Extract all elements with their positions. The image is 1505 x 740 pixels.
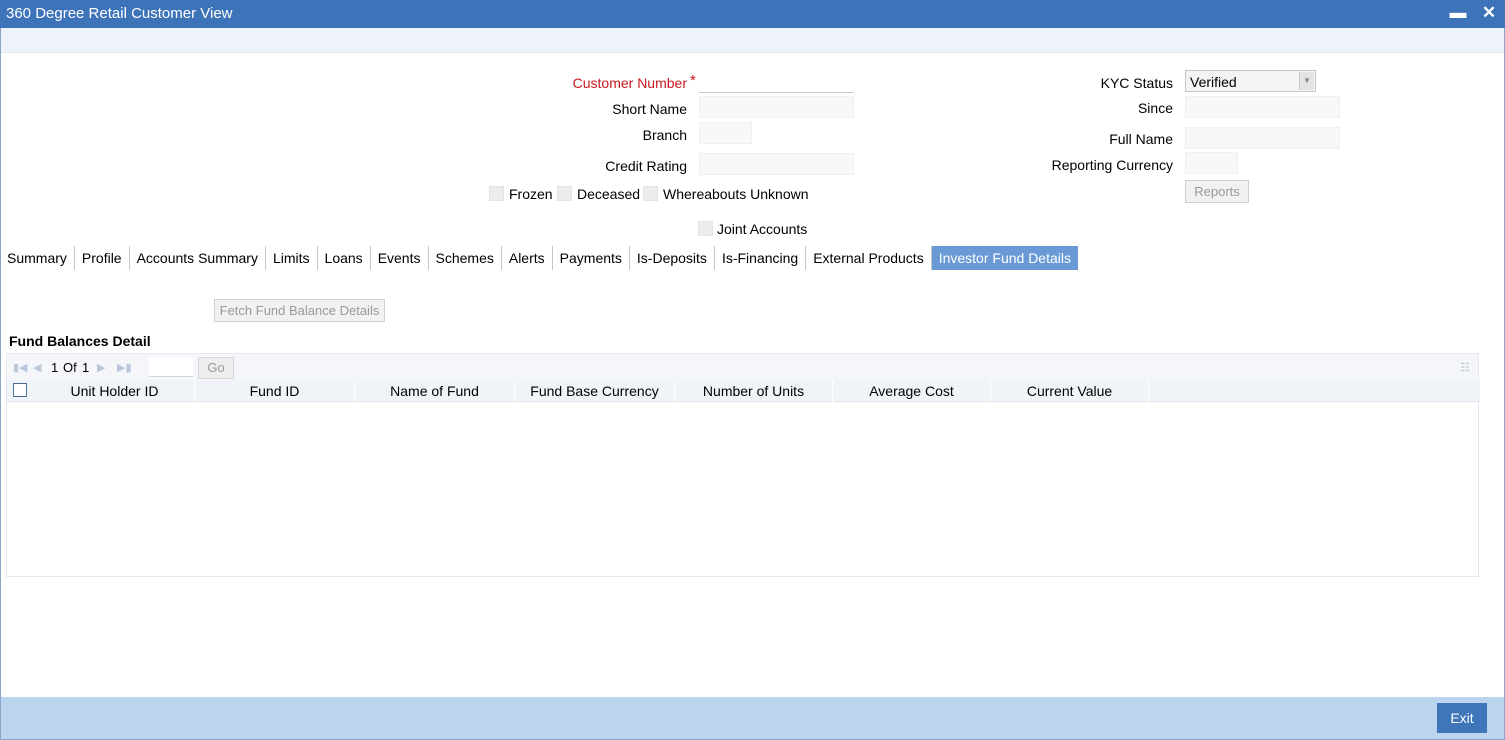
- exit-button[interactable]: Exit: [1437, 703, 1487, 733]
- tab-summary[interactable]: Summary: [0, 246, 75, 270]
- go-button[interactable]: Go: [198, 357, 234, 379]
- whereabouts-unknown-label: Whereabouts Unknown: [663, 186, 809, 202]
- section-title: Fund Balances Detail: [9, 333, 151, 349]
- footer-bar: [1, 697, 1504, 739]
- whereabouts-unknown-checkbox[interactable]: [643, 186, 658, 201]
- fund-balances-grid: ▮◀ ◀ 1 Of 1 ▶ ▶▮ Go ☷ Unit Holder ID Fun…: [6, 353, 1480, 577]
- column-average-cost[interactable]: Average Cost: [833, 380, 991, 402]
- current-page: 1: [51, 360, 59, 375]
- reporting-currency-label: Reporting Currency: [1051, 157, 1173, 173]
- column-fund-id[interactable]: Fund ID: [195, 380, 355, 402]
- credit-rating-label: Credit Rating: [605, 158, 687, 174]
- next-page-icon[interactable]: ▶: [97, 361, 105, 374]
- since-label: Since: [1137, 100, 1173, 116]
- tab-is-financing[interactable]: Is-Financing: [715, 246, 807, 270]
- tab-investor-fund-details[interactable]: Investor Fund Details: [931, 246, 1078, 270]
- window-titlebar: 360 Degree Retail Customer View ▬ ✕: [0, 0, 1505, 28]
- window-title: 360 Degree Retail Customer View: [6, 5, 233, 22]
- required-marker: *: [690, 72, 696, 89]
- tab-schemes[interactable]: Schemes: [429, 246, 502, 270]
- toolbar-band: [1, 28, 1504, 53]
- tab-events[interactable]: Events: [371, 246, 429, 270]
- frozen-checkbox[interactable]: [489, 186, 504, 201]
- page-number-input[interactable]: [149, 357, 193, 377]
- customer-number-input[interactable]: [699, 71, 854, 93]
- tab-payments[interactable]: Payments: [553, 246, 630, 270]
- reporting-currency-field[interactable]: [1185, 152, 1238, 174]
- tab-loans[interactable]: Loans: [318, 246, 371, 270]
- joint-accounts-label: Joint Accounts: [717, 221, 808, 237]
- of-label: Of: [63, 360, 77, 375]
- column-menu-icon[interactable]: ☷: [1460, 361, 1470, 374]
- column-name-of-fund[interactable]: Name of Fund: [355, 380, 515, 402]
- first-page-icon[interactable]: ▮◀: [13, 361, 28, 374]
- last-page-icon[interactable]: ▶▮: [117, 361, 132, 374]
- tab-profile[interactable]: Profile: [75, 246, 130, 270]
- column-number-of-units[interactable]: Number of Units: [675, 380, 833, 402]
- tab-bar: Summary Profile Accounts Summary Limits Loan…: [0, 246, 1078, 270]
- kyc-status-label: KYC Status: [1100, 75, 1173, 91]
- customer-number-label: Customer Number: [572, 75, 687, 91]
- since-field[interactable]: [1185, 96, 1340, 118]
- branch-label: Branch: [642, 127, 687, 143]
- column-current-value[interactable]: Current Value: [991, 380, 1149, 402]
- short-name-label: Short Name: [612, 101, 687, 117]
- full-name-label: Full Name: [1109, 131, 1173, 147]
- grid-pager: ▮◀ ◀ 1 Of 1 ▶ ▶▮ Go ☷: [7, 354, 1478, 380]
- select-all-checkbox[interactable]: [13, 383, 27, 397]
- tab-limits[interactable]: Limits: [266, 246, 318, 270]
- previous-page-icon[interactable]: ◀: [33, 361, 41, 374]
- close-icon[interactable]: ✕: [1479, 3, 1499, 23]
- tab-external-products[interactable]: External Products: [806, 246, 932, 270]
- deceased-checkbox[interactable]: [557, 186, 572, 201]
- column-fund-base-currency[interactable]: Fund Base Currency: [515, 380, 675, 402]
- kyc-status-select[interactable]: Verified ▼: [1185, 70, 1316, 92]
- branch-field[interactable]: [699, 122, 752, 144]
- short-name-field[interactable]: [699, 96, 854, 118]
- column-unit-holder-id[interactable]: Unit Holder ID: [35, 380, 195, 402]
- tab-alerts[interactable]: Alerts: [502, 246, 553, 270]
- grid-header: Unit Holder ID Fund ID Name of Fund Fund…: [7, 380, 1480, 402]
- frozen-label: Frozen: [509, 186, 553, 202]
- total-pages: 1: [82, 360, 90, 375]
- credit-rating-field[interactable]: [699, 153, 854, 175]
- tab-is-deposits[interactable]: Is-Deposits: [630, 246, 715, 270]
- chevron-down-icon[interactable]: ▼: [1299, 72, 1314, 90]
- tab-accounts-summary[interactable]: Accounts Summary: [130, 246, 266, 270]
- kyc-status-value: Verified: [1190, 74, 1237, 90]
- deceased-label: Deceased: [577, 186, 641, 202]
- full-name-field[interactable]: [1185, 127, 1340, 149]
- minimize-icon[interactable]: ▬: [1448, 3, 1468, 23]
- reports-button[interactable]: Reports: [1185, 180, 1249, 203]
- fetch-fund-balance-button[interactable]: Fetch Fund Balance Details: [214, 299, 385, 322]
- joint-accounts-checkbox[interactable]: [698, 221, 713, 236]
